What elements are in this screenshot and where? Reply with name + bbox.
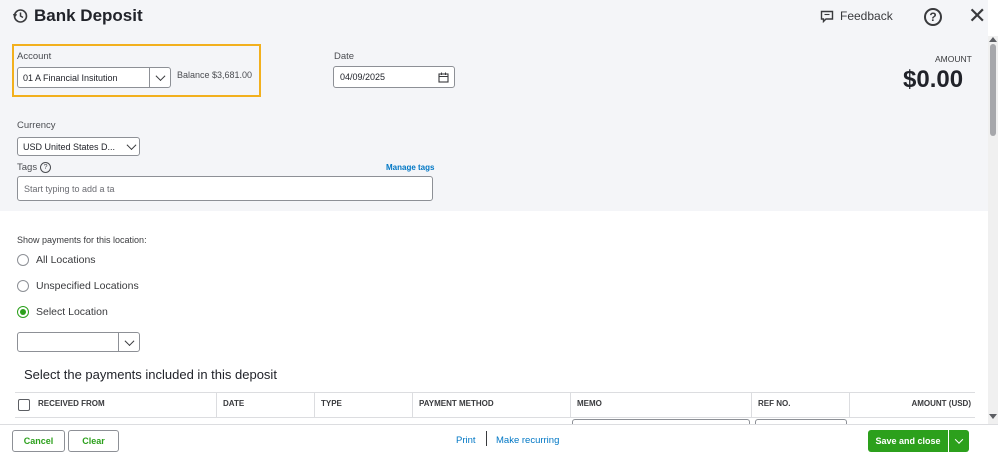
radio-button[interactable] [17,254,29,266]
column-received-from[interactable]: RECEIVED FROM [32,393,216,417]
footer-bar: Cancel Clear Print Make recurring Save a… [0,424,998,463]
column-memo[interactable]: MEMO [570,393,751,417]
column-date[interactable]: DATE [216,393,314,417]
location-select[interactable] [17,332,140,352]
page-title: Bank Deposit [34,6,143,25]
currency-label: Currency [17,120,56,131]
account-balance: Balance $3,681.00 [177,70,253,80]
page-title-group: Bank Deposit [12,6,143,26]
scroll-up-icon[interactable] [989,37,997,42]
radio-select-location[interactable]: Select Location [17,306,108,318]
payments-table-header: RECEIVED FROM DATE TYPE PAYMENT METHOD M… [15,392,975,418]
location-prompt: Show payments for this location: [17,235,147,245]
radio-button[interactable] [17,280,29,292]
clear-button[interactable]: Clear [68,430,119,452]
chevron-down-icon [954,435,964,444]
select-all-checkbox[interactable] [18,399,30,411]
currency-value: USD United States D... [23,141,116,152]
info-icon[interactable]: ? [40,162,52,173]
history-icon[interactable] [12,8,28,24]
tags-input[interactable]: Start typing to add a ta [17,176,433,201]
radio-label: Unspecified Locations [36,280,139,292]
tags-label: Tags [17,162,38,173]
feedback-label: Feedback [840,9,893,23]
chevron-down-icon[interactable] [149,68,170,87]
chevron-down-icon[interactable] [123,140,139,151]
chevron-down-icon[interactable] [118,333,139,351]
footer-divider [486,431,487,446]
payments-section-title: Select the payments included in this dep… [24,367,277,382]
account-select[interactable]: 01 A Financial Insitution [17,67,171,88]
date-input[interactable]: 04/09/2025 [333,66,455,88]
column-type[interactable]: TYPE [314,393,412,417]
close-icon[interactable]: ✕ [968,5,986,27]
scroll-down-icon[interactable] [989,414,997,419]
column-amount-usd[interactable]: AMOUNT (USD) [849,393,975,417]
column-ref-no[interactable]: REF NO. [751,393,849,417]
radio-label: Select Location [36,306,108,318]
radio-button-selected[interactable] [17,306,29,318]
tags-label-group: Tags ? [17,162,52,173]
column-payment-method[interactable]: PAYMENT METHOD [412,393,570,417]
make-recurring-link[interactable]: Make recurring [496,435,559,446]
currency-select[interactable]: USD United States D... [17,137,140,156]
scrollbar-thumb[interactable] [990,44,996,136]
radio-label: All Locations [36,254,96,266]
feedback-button[interactable]: Feedback [820,9,893,23]
amount-value: $0.00 [903,66,964,93]
calendar-icon[interactable] [438,72,449,83]
help-icon[interactable]: ? [924,8,942,26]
amount-label: AMOUNT [935,54,972,64]
manage-tags-link[interactable]: Manage tags [386,163,434,172]
feedback-icon [820,10,834,23]
account-value: 01 A Financial Insitution [23,72,118,83]
cancel-button[interactable]: Cancel [12,430,65,452]
print-link[interactable]: Print [456,435,476,446]
date-label: Date [334,51,355,62]
radio-all-locations[interactable]: All Locations [17,254,96,266]
save-options-button[interactable] [949,430,969,452]
account-label: Account [17,51,52,62]
save-and-close-button[interactable]: Save and close [868,430,948,452]
date-value: 04/09/2025 [340,72,386,82]
radio-unspecified-locations[interactable]: Unspecified Locations [17,280,139,292]
